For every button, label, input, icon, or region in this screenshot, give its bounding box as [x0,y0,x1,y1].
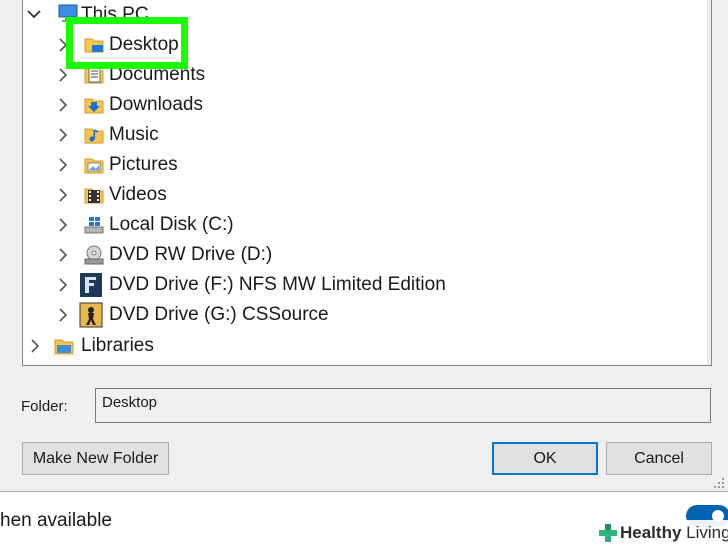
tree-item-label: Videos [109,184,167,205]
ok-button[interactable]: OK [492,442,598,475]
videos-folder-icon [83,184,105,206]
tree-item-libraries[interactable]: Libraries [23,332,683,360]
chevron-right-icon[interactable] [55,217,71,233]
music-folder-icon [83,124,105,146]
chevron-down-icon[interactable] [26,6,42,22]
tree-item-local-disk-c[interactable]: Local Disk (C:) [23,211,683,239]
downloads-folder-icon [83,94,105,116]
tree-item-downloads[interactable]: Downloads [23,91,683,119]
tree-item-label: Libraries [81,335,154,356]
pictures-folder-icon [83,154,105,176]
scrollbar-thumb[interactable] [711,0,712,116]
tree-item-label: Local Disk (C:) [109,214,234,235]
tree-item-label: DVD Drive (F:) NFS MW Limited Edition [109,274,446,295]
tree-item-videos[interactable]: Videos [23,181,683,209]
folder-field[interactable]: Desktop [95,388,711,423]
tree-item-pictures[interactable]: Pictures [23,151,683,179]
chevron-right-icon[interactable] [55,127,71,143]
chevron-right-icon[interactable] [27,338,43,354]
tree-item-music[interactable]: Music [23,121,683,149]
cancel-button[interactable]: Cancel [606,442,712,475]
folder-label: Folder: [21,398,68,415]
chevron-right-icon[interactable] [55,67,71,83]
make-new-folder-button[interactable]: Make New Folder [22,442,169,475]
dvd-drive-icon [83,244,105,266]
tree-item-dvd-rw-d[interactable]: DVD RW Drive (D:) [23,241,683,269]
chevron-right-icon[interactable] [55,157,71,173]
chevron-right-icon[interactable] [55,247,71,263]
cssource-disc-icon [79,302,103,328]
chevron-right-icon[interactable] [55,277,71,293]
watermark-text: Healthy Living [620,523,728,543]
watermark-text-light: Living [686,523,728,542]
browse-folder-dialog: This PC Desktop Documents Downloads Musi… [0,0,728,492]
settings-option-text: hen available [0,510,112,531]
chevron-right-icon[interactable] [55,307,71,323]
tree-item-dvd-g[interactable]: DVD Drive (G:) CSSource [23,301,683,329]
libraries-folder-icon [53,335,75,357]
chevron-right-icon[interactable] [55,97,71,113]
tree-item-label: DVD RW Drive (D:) [109,244,273,265]
desktop-highlight-box [66,17,188,69]
tree-item-label: Downloads [109,94,203,115]
nfs-disc-icon [79,272,103,298]
tree-scrollbar[interactable] [707,0,712,365]
healthy-living-logo-icon [597,522,619,544]
tree-item-dvd-f[interactable]: DVD Drive (F:) NFS MW Limited Edition [23,271,683,299]
tree-item-label: Pictures [109,154,178,175]
resize-grip-icon[interactable] [712,476,726,490]
tree-item-label: DVD Drive (G:) CSSource [109,304,329,325]
watermark: Healthy Living [594,520,728,546]
watermark-text-bold: Healthy [620,523,682,542]
tree-item-label: Music [109,124,159,145]
chevron-right-icon[interactable] [55,187,71,203]
windows-drive-icon [83,214,105,236]
